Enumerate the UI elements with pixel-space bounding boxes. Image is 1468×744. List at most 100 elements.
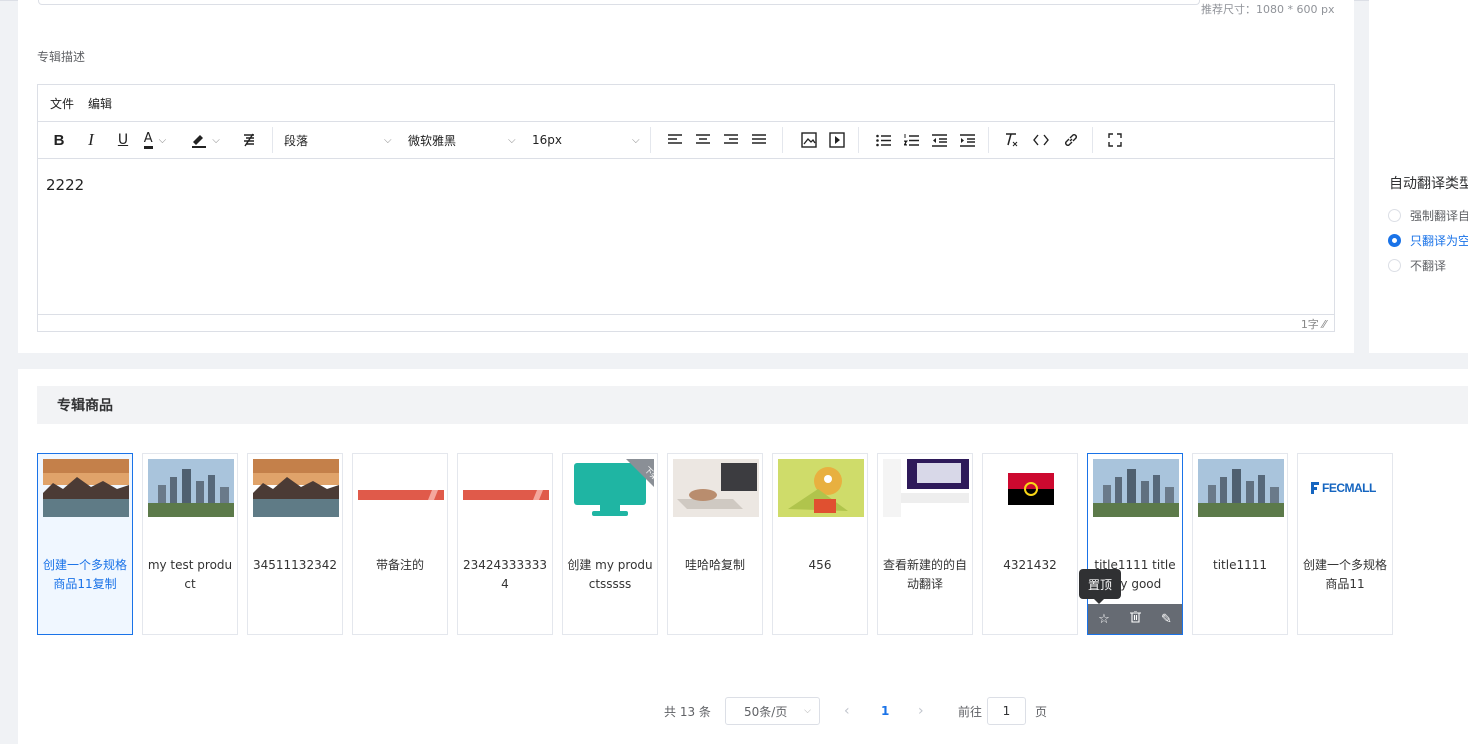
product-name: 查看新建的的自动翻译 bbox=[882, 558, 967, 591]
product-card[interactable]: 创建一个多规格商品11复制 bbox=[37, 453, 133, 635]
link-button[interactable] bbox=[1060, 122, 1082, 158]
cover-upload-box[interactable] bbox=[38, 0, 1200, 5]
pin-icon[interactable]: ☆ bbox=[1098, 612, 1110, 627]
align-center-button[interactable] bbox=[692, 122, 714, 158]
product-card[interactable]: 哇哈哈复制 bbox=[667, 453, 763, 635]
delete-icon[interactable] bbox=[1129, 610, 1141, 627]
album-products-panel: 专辑商品 创建一个多规格商品11复制 my test product 3451113… bbox=[18, 369, 1468, 744]
cover-size-hint: 推荐尺寸：1080 * 600 px bbox=[1201, 3, 1335, 16]
goto-prefix: 前往 bbox=[958, 704, 983, 719]
fecmall-logo-text: FECMALL bbox=[1322, 481, 1376, 495]
product-name: 4321432 bbox=[1003, 558, 1057, 572]
chevron-down-icon: ⌵ bbox=[384, 134, 392, 146]
font-color-label: A bbox=[143, 131, 153, 149]
editor-content[interactable]: 2222 bbox=[38, 159, 1334, 315]
toolbar-divider bbox=[650, 127, 651, 153]
next-page-button[interactable]: › bbox=[918, 697, 924, 725]
bullet-list-button[interactable] bbox=[872, 122, 894, 158]
radio-circle-icon bbox=[1388, 209, 1401, 222]
radio-no-translate[interactable]: 不翻译 bbox=[1388, 257, 1446, 274]
font-family-select-value: 微软雅黑 bbox=[408, 133, 457, 148]
source-code-button[interactable] bbox=[1030, 122, 1052, 158]
page-size-select[interactable]: 50条/页 ⌵ bbox=[725, 697, 820, 725]
resize-handle-icon[interactable]: ⁄⁄ bbox=[1322, 318, 1326, 331]
product-card[interactable]: 下架 创建 my productsssss bbox=[562, 453, 658, 635]
goto-suffix: 页 bbox=[1035, 704, 1048, 719]
align-left-button[interactable] bbox=[664, 122, 686, 158]
product-card[interactable]: 234243333334 bbox=[457, 453, 553, 635]
menu-edit[interactable]: 编辑 bbox=[88, 95, 112, 112]
chevron-down-icon: ⌵ bbox=[212, 134, 220, 146]
font-family-select[interactable]: 微软雅黑 ⌵ bbox=[408, 122, 528, 158]
product-name: 创建一个多规格商品11 bbox=[1302, 558, 1387, 591]
product-thumbnail bbox=[1198, 459, 1284, 517]
product-thumbnail bbox=[358, 459, 444, 517]
indent-button[interactable] bbox=[956, 122, 978, 158]
strikethrough-button[interactable] bbox=[238, 122, 260, 158]
insert-media-button[interactable] bbox=[826, 122, 848, 158]
toolbar-divider bbox=[858, 127, 859, 153]
product-card[interactable]: 查看新建的的自动翻译 bbox=[877, 453, 973, 635]
fullscreen-icon bbox=[1108, 133, 1122, 147]
font-size-select[interactable]: 16px ⌵ bbox=[532, 122, 642, 158]
radio-checked-icon bbox=[1388, 234, 1401, 247]
word-count: 1字 ⁄⁄ bbox=[1301, 316, 1326, 332]
product-name: 456 bbox=[808, 558, 832, 572]
underline-button[interactable]: U bbox=[112, 122, 134, 158]
prev-page-button[interactable]: ‹ bbox=[844, 697, 850, 725]
radio-translate-empty[interactable]: 只翻译为空 bbox=[1388, 232, 1468, 249]
word-count-value: 1字 bbox=[1300, 318, 1319, 331]
insert-image-button[interactable] bbox=[798, 122, 820, 158]
highlight-button[interactable]: ⌵ bbox=[190, 122, 220, 158]
product-card[interactable]: 带备注的 bbox=[352, 453, 448, 635]
product-card[interactable]: 34511132342 bbox=[247, 453, 343, 635]
edit-icon[interactable]: ✎ bbox=[1161, 612, 1172, 627]
album-products-title: 专辑商品 bbox=[37, 386, 1468, 424]
product-thumbnail bbox=[463, 459, 549, 517]
product-card[interactable]: 4321432 bbox=[982, 453, 1078, 635]
product-card[interactable]: my test product bbox=[142, 453, 238, 635]
page-number-1[interactable]: 1 bbox=[881, 697, 889, 725]
image-icon bbox=[801, 132, 817, 148]
font-color-button[interactable]: A ⌵ bbox=[142, 122, 168, 158]
product-thumbnail: FECMALL bbox=[1303, 459, 1389, 517]
product-thumbnail bbox=[43, 459, 129, 517]
product-name: my test product bbox=[147, 558, 233, 591]
menu-file[interactable]: 文件 bbox=[50, 95, 74, 112]
product-thumbnail bbox=[883, 459, 969, 517]
product-thumbnail bbox=[673, 459, 759, 517]
product-card[interactable]: FECMALL 创建一个多规格商品11 bbox=[1297, 453, 1393, 635]
outdent-button[interactable] bbox=[928, 122, 950, 158]
bullet-list-icon bbox=[875, 134, 891, 146]
chevron-down-icon: ⌵ bbox=[804, 706, 811, 716]
product-thumbnail bbox=[253, 459, 339, 517]
align-center-icon bbox=[696, 134, 710, 144]
editor-menubar: 文件 编辑 bbox=[38, 85, 1334, 122]
indent-icon bbox=[959, 133, 975, 147]
radio-circle-icon bbox=[1388, 259, 1401, 272]
radio-label: 只翻译为空 bbox=[1410, 234, 1468, 248]
product-thumbnail: 下架 bbox=[568, 459, 654, 517]
justify-button[interactable] bbox=[748, 122, 770, 158]
fullscreen-button[interactable] bbox=[1104, 122, 1126, 158]
chevron-down-icon: ⌵ bbox=[632, 134, 640, 146]
product-card[interactable]: title1111 title my good ☆ ✎ bbox=[1087, 453, 1183, 635]
product-card[interactable]: 456 bbox=[772, 453, 868, 635]
italic-button[interactable]: I bbox=[80, 122, 102, 158]
bold-button[interactable]: B bbox=[48, 122, 70, 158]
clear-format-button[interactable] bbox=[1000, 122, 1022, 158]
goto-page-input[interactable]: 1 bbox=[987, 697, 1026, 725]
product-thumbnail bbox=[778, 459, 864, 517]
number-list-button[interactable] bbox=[900, 122, 922, 158]
paragraph-select[interactable]: 段落 ⌵ bbox=[284, 122, 414, 158]
align-right-icon bbox=[724, 134, 738, 144]
product-thumbnail bbox=[1093, 459, 1179, 517]
align-right-button[interactable] bbox=[720, 122, 742, 158]
pagination-total: 共 13 条 bbox=[664, 704, 711, 719]
product-card[interactable]: title1111 bbox=[1192, 453, 1288, 635]
clear-format-icon bbox=[1006, 133, 1018, 147]
justify-icon bbox=[752, 134, 766, 144]
toolbar-divider bbox=[782, 127, 783, 153]
radio-force-translate[interactable]: 强制翻译自 bbox=[1388, 207, 1468, 224]
toolbar-divider bbox=[272, 127, 273, 153]
